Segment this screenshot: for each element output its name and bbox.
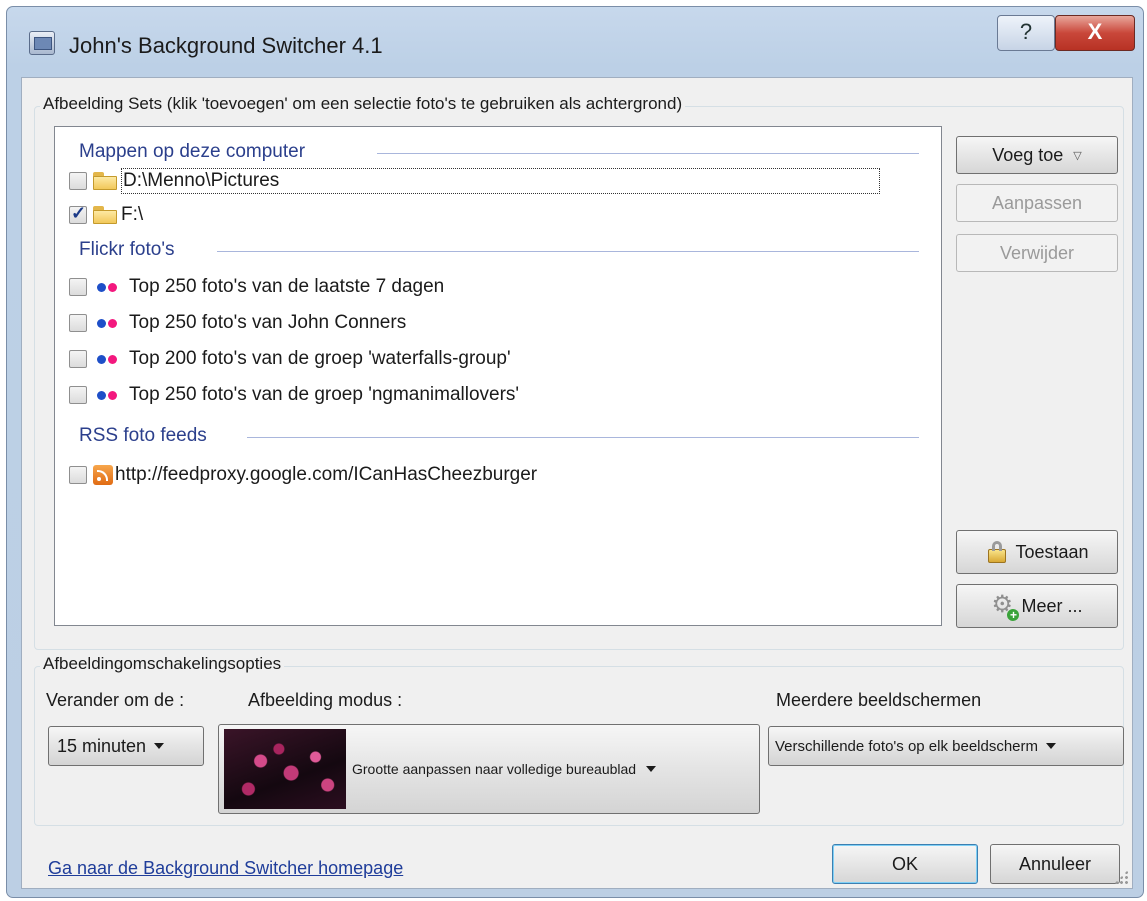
checkbox[interactable]	[69, 466, 87, 484]
monitors-select-value: Verschillende foto's op elk beeldscherm	[775, 737, 1039, 755]
interval-select[interactable]: 15 minuten	[48, 726, 204, 766]
section-separator	[217, 251, 919, 252]
interval-label: Verander om de :	[46, 690, 185, 710]
mode-select-value: Grootte aanpassen naar volledige bureaub…	[352, 761, 637, 777]
list-item-label: Top 250 foto's van John Conners	[129, 312, 407, 333]
list-item-label: D:\Menno\Pictures	[121, 168, 880, 194]
rss-icon	[93, 465, 113, 485]
checkbox[interactable]	[69, 350, 87, 368]
list-item-label: http://feedproxy.google.com/ICanHasCheez…	[115, 464, 538, 485]
list-item-flickr[interactable]: Top 200 foto's van de groep 'waterfalls-…	[69, 345, 511, 373]
section-separator	[247, 437, 919, 438]
list-item-label: Top 250 foto's van de laatste 7 dagen	[129, 276, 445, 297]
list-item-folder-f[interactable]: F:\	[69, 201, 143, 229]
list-item-flickr[interactable]: Top 250 foto's van de groep 'ngmanimallo…	[69, 381, 519, 409]
remove-button[interactable]: Verwijder	[956, 234, 1118, 272]
section-separator	[377, 153, 919, 154]
window-title: John's Background Switcher 4.1	[69, 33, 383, 58]
ok-button[interactable]: OK	[832, 844, 978, 884]
folder-icon	[93, 206, 119, 224]
image-sets-list[interactable]: Mappen op deze computer D:\Menno\Picture…	[54, 126, 942, 626]
dialog-window: John's Background Switcher 4.1 ? X Afbee…	[6, 6, 1144, 898]
checkbox[interactable]	[69, 278, 87, 296]
edit-button[interactable]: Aanpassen	[956, 184, 1118, 222]
list-item-label: F:\	[121, 204, 144, 225]
gear-icon: ⚙	[991, 593, 1020, 621]
title-bar[interactable]: John's Background Switcher 4.1 ? X	[7, 7, 1143, 73]
dropdown-arrow-icon	[154, 743, 165, 749]
cancel-button[interactable]: Annuleer	[990, 844, 1120, 884]
homepage-link[interactable]: Ga naar de Background Switcher homepage	[48, 858, 403, 879]
section-title-flickr: Flickr foto's	[79, 239, 175, 260]
checkbox-checked[interactable]	[69, 203, 87, 224]
image-sets-group-label: Afbeelding Sets (klik 'toevoegen' om een…	[40, 94, 686, 114]
list-item-label: Top 250 foto's van de groep 'ngmanimallo…	[129, 384, 520, 405]
checkbox[interactable]	[69, 386, 87, 404]
list-item-rss[interactable]: http://feedproxy.google.com/ICanHasCheez…	[69, 461, 537, 489]
flickr-icon	[93, 386, 127, 404]
dropdown-arrow-icon	[646, 766, 657, 772]
flickr-icon	[93, 350, 127, 368]
list-item-label: Top 200 foto's van de groep 'waterfalls-…	[129, 348, 511, 369]
checkbox[interactable]	[69, 172, 87, 190]
list-item-flickr[interactable]: Top 250 foto's van de laatste 7 dagen	[69, 273, 444, 301]
close-button[interactable]: X	[1055, 15, 1135, 51]
add-button[interactable]: Voeg toe ▽	[956, 136, 1118, 174]
dialog-content: Afbeelding Sets (klik 'toevoegen' om een…	[21, 77, 1133, 889]
more-button-label: Meer ...	[1021, 595, 1083, 616]
allow-button[interactable]: Toestaan	[956, 530, 1118, 574]
flickr-icon	[93, 278, 127, 296]
add-button-label: Voeg toe	[992, 144, 1064, 165]
more-button[interactable]: ⚙ Meer ...	[956, 584, 1118, 628]
list-item-flickr[interactable]: Top 250 foto's van John Conners	[69, 309, 406, 337]
section-title-rss: RSS foto feeds	[79, 425, 207, 446]
help-button[interactable]: ?	[997, 15, 1055, 51]
flickr-icon	[93, 314, 127, 332]
mode-label: Afbeelding modus :	[248, 690, 403, 710]
folder-icon	[93, 172, 119, 190]
checkbox[interactable]	[69, 314, 87, 332]
app-icon[interactable]	[29, 31, 55, 55]
dropdown-arrow-icon	[1046, 743, 1057, 749]
allow-button-label: Toestaan	[1015, 541, 1089, 562]
interval-select-value: 15 minuten	[57, 735, 147, 756]
mode-select[interactable]: Grootte aanpassen naar volledige bureaub…	[218, 724, 760, 814]
switch-options-group-label: Afbeeldingomschakelingsopties	[40, 654, 285, 674]
monitors-label: Meerdere beeldschermen	[776, 690, 982, 710]
wallpaper-preview-thumbnail	[224, 729, 346, 809]
section-title-folders: Mappen op deze computer	[79, 141, 306, 162]
list-item-folder-pictures[interactable]: D:\Menno\Pictures	[69, 167, 880, 195]
monitors-select[interactable]: Verschillende foto's op elk beeldscherm	[768, 726, 1124, 766]
lock-icon	[985, 540, 1009, 564]
chevron-down-icon: ▽	[1073, 149, 1082, 162]
